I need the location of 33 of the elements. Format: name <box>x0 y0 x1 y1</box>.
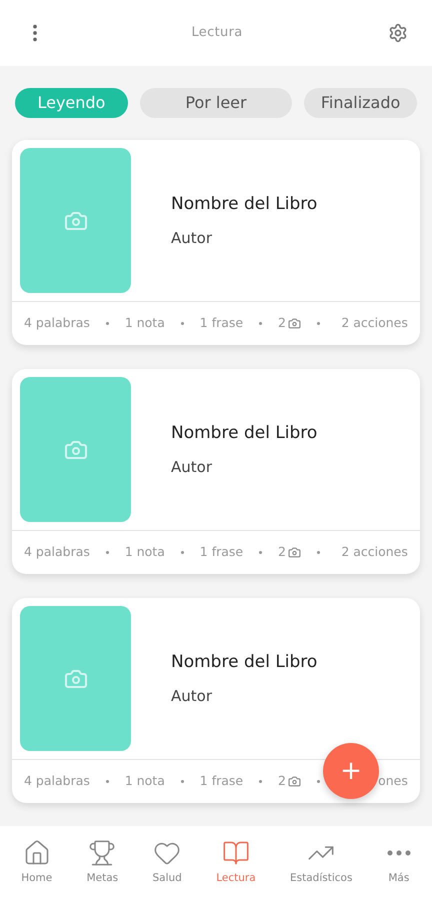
nav-item[interactable]: Metas <box>86 839 118 887</box>
stat-label: 4 palabras <box>24 543 90 562</box>
book-title: Nombre del Libro <box>171 192 318 216</box>
stat-label: 2 acciones <box>341 314 408 332</box>
book-title: Nombre del Libro <box>171 422 318 444</box>
book-card[interactable]: Nombre del Libro Autor 4 palabras 1 nota 1 frase 2 2 acciones <box>12 140 420 345</box>
nav-item[interactable]: Lectura <box>216 839 256 887</box>
photo-count: 2 <box>278 772 286 790</box>
stat-label: 4 palabras <box>24 772 90 790</box>
stat-label: 4 palabras <box>24 314 90 332</box>
nav-item[interactable]: Home <box>21 839 52 887</box>
book-author: Autor <box>171 457 213 478</box>
stat-label: 1 nota <box>124 543 165 562</box>
stat-label: 2 acciones <box>341 543 408 562</box>
book-card[interactable]: Nombre del Libro Autor 4 palabras 1 nota 1 frase 2 2 acciones <box>12 369 420 574</box>
stat-label: ones <box>378 772 408 790</box>
stat-label: 1 frase <box>200 543 244 562</box>
photo-count: 2 <box>278 543 286 562</box>
nav-item[interactable]: Salud <box>152 839 182 887</box>
tab[interactable]: Leyendo <box>15 88 128 118</box>
page-title: Lectura <box>191 24 243 42</box>
stat-label: 1 nota <box>124 314 165 332</box>
nav-item[interactable]: Estadísticos <box>290 839 352 887</box>
stat-label: 1 frase <box>200 772 244 790</box>
stat-label: 1 nota <box>124 772 165 790</box>
book-author: Autor <box>171 686 213 707</box>
photo-count: 2 <box>278 314 286 332</box>
stat-label: 1 frase <box>200 314 244 332</box>
book-title: Nombre del Libro <box>171 650 318 674</box>
book-author: Autor <box>171 228 213 249</box>
tab[interactable]: Por leer <box>140 88 292 118</box>
nav-item[interactable]: Más <box>386 839 411 887</box>
tab[interactable]: Finalizado <box>304 88 417 118</box>
